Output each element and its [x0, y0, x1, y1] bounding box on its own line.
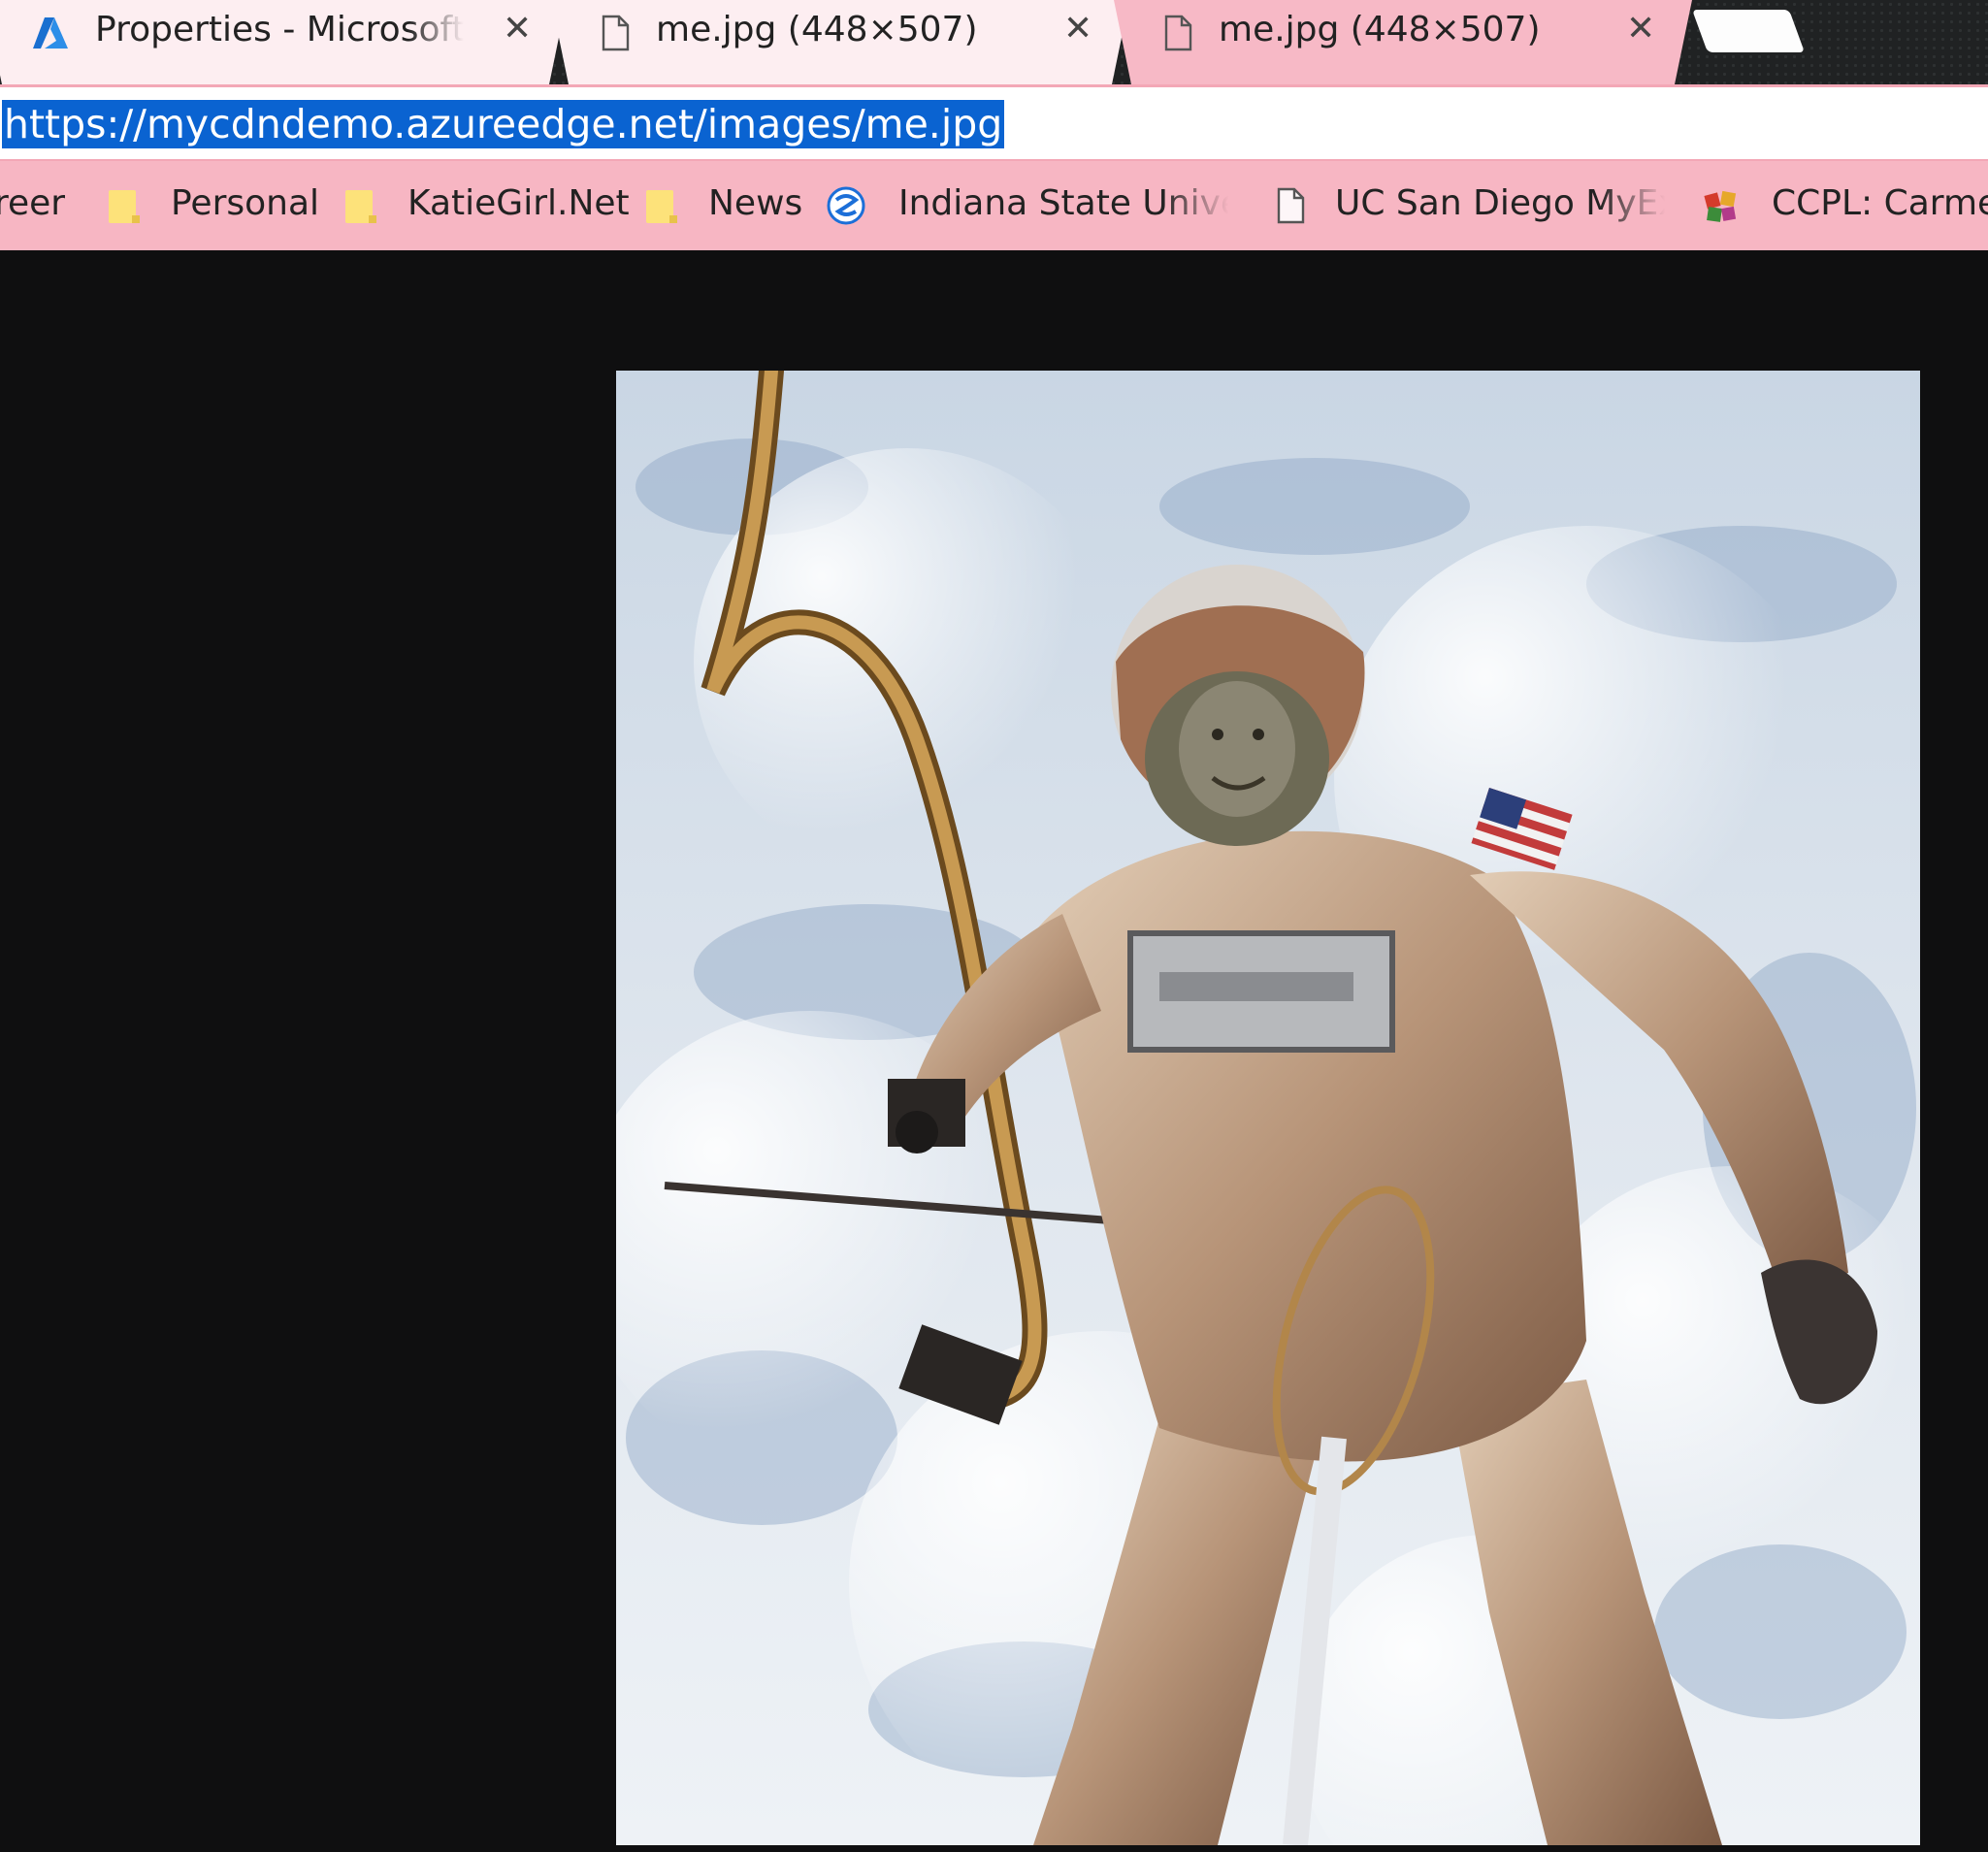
tab-title: me.jpg (448×507)	[656, 10, 978, 49]
tab-properties-azure[interactable]: Properties - Microsoft Az ✕	[0, 0, 567, 84]
page-icon	[596, 14, 635, 52]
tab-me-jpg[interactable]: me.jpg (448×507) ✕	[551, 0, 1129, 84]
tab-me-jpg-active[interactable]: me.jpg (448×507) ✕	[1114, 0, 1692, 84]
close-tab-icon[interactable]: ✕	[1626, 10, 1655, 49]
ccpl-logo-icon	[1704, 190, 1737, 222]
bookmark-label: reer	[0, 183, 66, 223]
bookmark-ccpl-carmel[interactable]: CCPL: Carmel	[1700, 161, 1988, 250]
bookmark-uc-san-diego[interactable]: UC San Diego MyExte	[1271, 161, 1678, 250]
page-icon	[1277, 187, 1305, 224]
new-tab-button[interactable]	[1691, 10, 1806, 52]
astronaut-photo	[616, 371, 1920, 1845]
bookmark-folder-personal[interactable]: Personal	[103, 161, 320, 250]
bookmark-career[interactable]: reer	[0, 161, 87, 250]
isu-logo-icon	[827, 186, 865, 225]
close-tab-icon[interactable]: ✕	[503, 10, 532, 49]
bookmark-label: CCPL: Carmel	[1772, 183, 1988, 223]
tab-title: Properties - Microsoft Az	[95, 10, 464, 49]
folder-icon	[646, 190, 677, 223]
page-icon	[1158, 14, 1197, 52]
bookmark-label: Personal	[171, 183, 320, 223]
address-bar[interactable]: https://mycdndemo.azureedge.net/images/m…	[0, 84, 1988, 161]
tab-strip: Properties - Microsoft Az ✕ me.jpg (448×…	[0, 0, 1988, 84]
displayed-image[interactable]	[616, 371, 1920, 1845]
url-input[interactable]: https://mycdndemo.azureedge.net/images/m…	[2, 100, 1005, 148]
bookmark-label: KatieGirl.Net	[407, 183, 630, 223]
folder-icon	[345, 190, 376, 223]
bookmark-label: UC San Diego MyExte	[1335, 183, 1665, 223]
folder-icon	[109, 190, 140, 223]
tab-title: me.jpg (448×507)	[1219, 10, 1541, 49]
close-tab-icon[interactable]: ✕	[1063, 10, 1092, 49]
bookmark-indiana-state[interactable]: Indiana State Univers	[827, 161, 1244, 250]
bookmark-label: News	[708, 183, 803, 223]
bookmark-folder-news[interactable]: News	[640, 161, 815, 250]
azure-logo-icon	[31, 14, 70, 52]
bookmark-folder-katiegirl[interactable]: KatieGirl.Net	[340, 161, 630, 250]
bookmarks-bar: reer Personal KatieGirl.Net News Indiana…	[0, 161, 1988, 250]
bookmark-label: Indiana State Univers	[898, 183, 1228, 223]
